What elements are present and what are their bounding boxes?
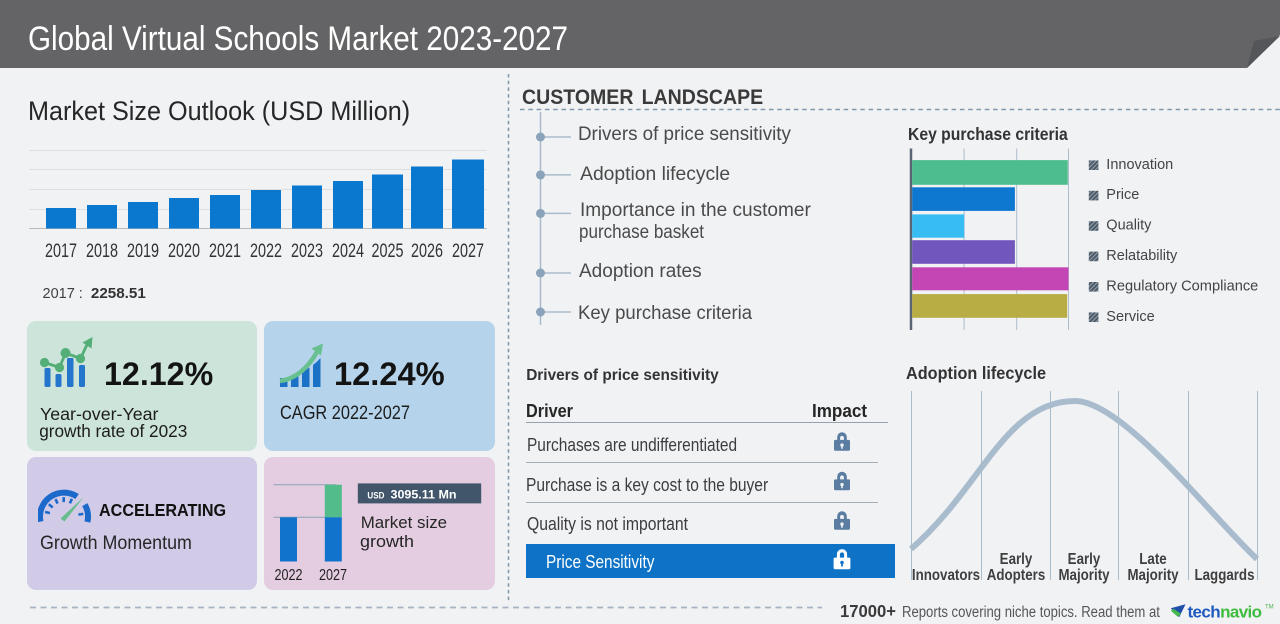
svg-text:2021: 2021 [209, 240, 241, 262]
svg-text:2022: 2022 [250, 240, 282, 262]
svg-text:2019: 2019 [127, 240, 159, 262]
svg-text:Innovation: Innovation [1106, 157, 1173, 173]
svg-text:Service: Service [1106, 309, 1154, 325]
svg-text:2018: 2018 [86, 240, 118, 262]
svg-text:2027: 2027 [319, 567, 347, 584]
svg-text:2022: 2022 [275, 567, 303, 584]
svg-text:2027: 2027 [452, 240, 484, 262]
svg-text:3095.11 Mn: 3095.11 Mn [391, 487, 457, 501]
svg-text:2024: 2024 [332, 240, 364, 262]
svg-text:2020: 2020 [168, 240, 200, 262]
svg-text:2026: 2026 [411, 240, 443, 262]
svg-text:technavio: technavio [1188, 603, 1262, 622]
svg-text:TM: TM [1265, 605, 1274, 611]
svg-text:2023: 2023 [291, 240, 323, 262]
svg-text:Regulatory Compliance: Regulatory Compliance [1106, 278, 1258, 294]
svg-text:2017: 2017 [45, 240, 77, 262]
svg-text:Relatability: Relatability [1106, 248, 1178, 264]
svg-text:2025: 2025 [372, 240, 404, 262]
svg-text:Quality: Quality [1106, 218, 1152, 234]
svg-text:Price: Price [1106, 187, 1139, 203]
svg-text:USD: USD [367, 490, 384, 500]
